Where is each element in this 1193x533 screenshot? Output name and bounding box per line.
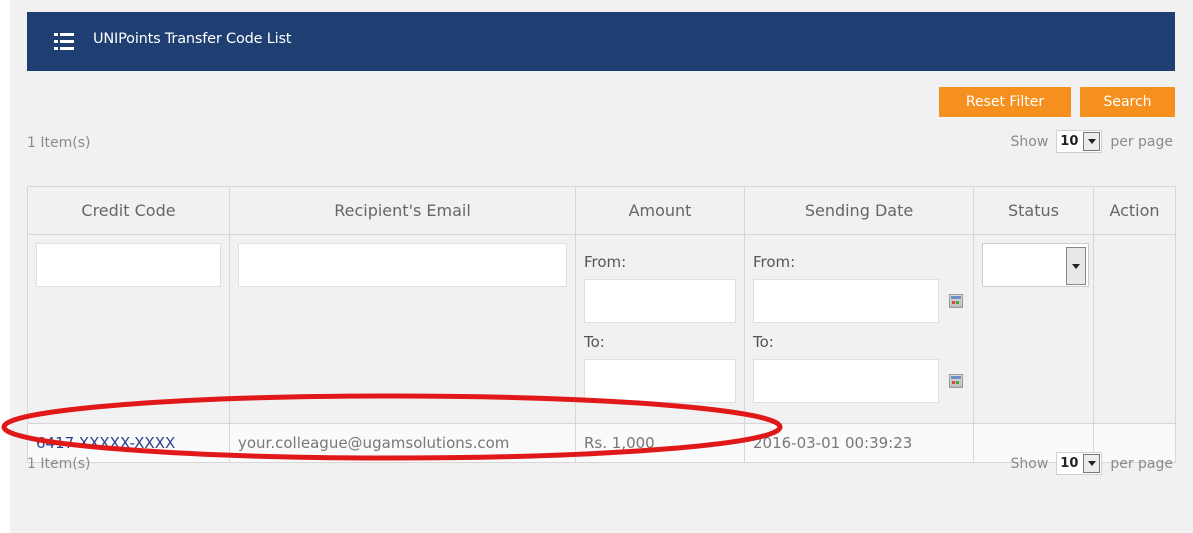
date-to-input[interactable] bbox=[753, 359, 939, 403]
page-title: UNIPoints Transfer Code List bbox=[93, 31, 292, 47]
amount-from-input[interactable] bbox=[584, 279, 736, 323]
filter-amount-cell: From: To: bbox=[575, 234, 745, 424]
list-icon bbox=[54, 33, 74, 50]
per-page-label: per page bbox=[1110, 133, 1173, 150]
calendar-icon[interactable] bbox=[949, 294, 963, 308]
col-credit-code[interactable]: Credit Code bbox=[27, 186, 230, 235]
page-size-control-bottom: Show 10 per page bbox=[1011, 452, 1173, 475]
page-size-value: 10 bbox=[1060, 134, 1079, 149]
col-status[interactable]: Status bbox=[973, 186, 1094, 235]
page-size-select[interactable]: 10 bbox=[1056, 130, 1103, 153]
amount-from-label: From: bbox=[584, 253, 627, 271]
date-from-input[interactable] bbox=[753, 279, 939, 323]
col-amount[interactable]: Amount bbox=[575, 186, 745, 235]
table-header-row: Credit Code Recipient's Email Amount Sen… bbox=[27, 186, 1176, 235]
item-count-top: 1 Item(s) bbox=[27, 135, 91, 151]
date-to-label: To: bbox=[753, 333, 774, 351]
date-from-label: From: bbox=[753, 253, 796, 271]
filter-status-cell bbox=[973, 234, 1094, 424]
page-size-value: 10 bbox=[1060, 456, 1079, 471]
chevron-down-icon[interactable] bbox=[1083, 132, 1101, 151]
email-cell: your.colleague@ugamsolutions.com bbox=[229, 423, 576, 463]
filter-email-cell bbox=[229, 234, 576, 424]
col-recipient-email[interactable]: Recipient's Email bbox=[229, 186, 576, 235]
per-page-label: per page bbox=[1110, 455, 1173, 472]
amount-to-label: To: bbox=[584, 333, 605, 351]
email-filter-input[interactable] bbox=[238, 243, 567, 287]
reset-filter-button[interactable]: Reset Filter bbox=[939, 87, 1071, 117]
page-size-control-top: Show 10 per page bbox=[1011, 130, 1173, 153]
amount-cell: Rs. 1,000 bbox=[575, 423, 745, 463]
filter-credit-code-cell bbox=[27, 234, 230, 424]
filter-date-cell: From: To: bbox=[744, 234, 974, 424]
amount-to-input[interactable] bbox=[584, 359, 736, 403]
col-action: Action bbox=[1093, 186, 1176, 235]
credit-code-filter-input[interactable] bbox=[36, 243, 221, 287]
chevron-down-icon[interactable] bbox=[1066, 247, 1086, 285]
show-label: Show bbox=[1010, 455, 1049, 472]
date-cell: 2016-03-01 00:39:23 bbox=[744, 423, 974, 463]
col-sending-date[interactable]: Sending Date bbox=[744, 186, 974, 235]
status-filter-select[interactable] bbox=[982, 243, 1089, 287]
search-button[interactable]: Search bbox=[1080, 87, 1175, 117]
chevron-down-icon[interactable] bbox=[1083, 454, 1101, 473]
filter-action-cell bbox=[1093, 234, 1176, 424]
table-row: 6417-XXXXX-XXXX your.colleague@ugamsolut… bbox=[27, 423, 1176, 463]
calendar-icon[interactable] bbox=[949, 374, 963, 388]
show-label: Show bbox=[1010, 133, 1049, 150]
page-header: UNIPoints Transfer Code List bbox=[27, 12, 1175, 71]
item-count-bottom: 1 Item(s) bbox=[27, 456, 91, 472]
page-size-select[interactable]: 10 bbox=[1056, 452, 1103, 475]
transfer-code-table: Credit Code Recipient's Email Amount Sen… bbox=[27, 186, 1176, 463]
filter-row: From: To: From: To: bbox=[27, 234, 1176, 424]
